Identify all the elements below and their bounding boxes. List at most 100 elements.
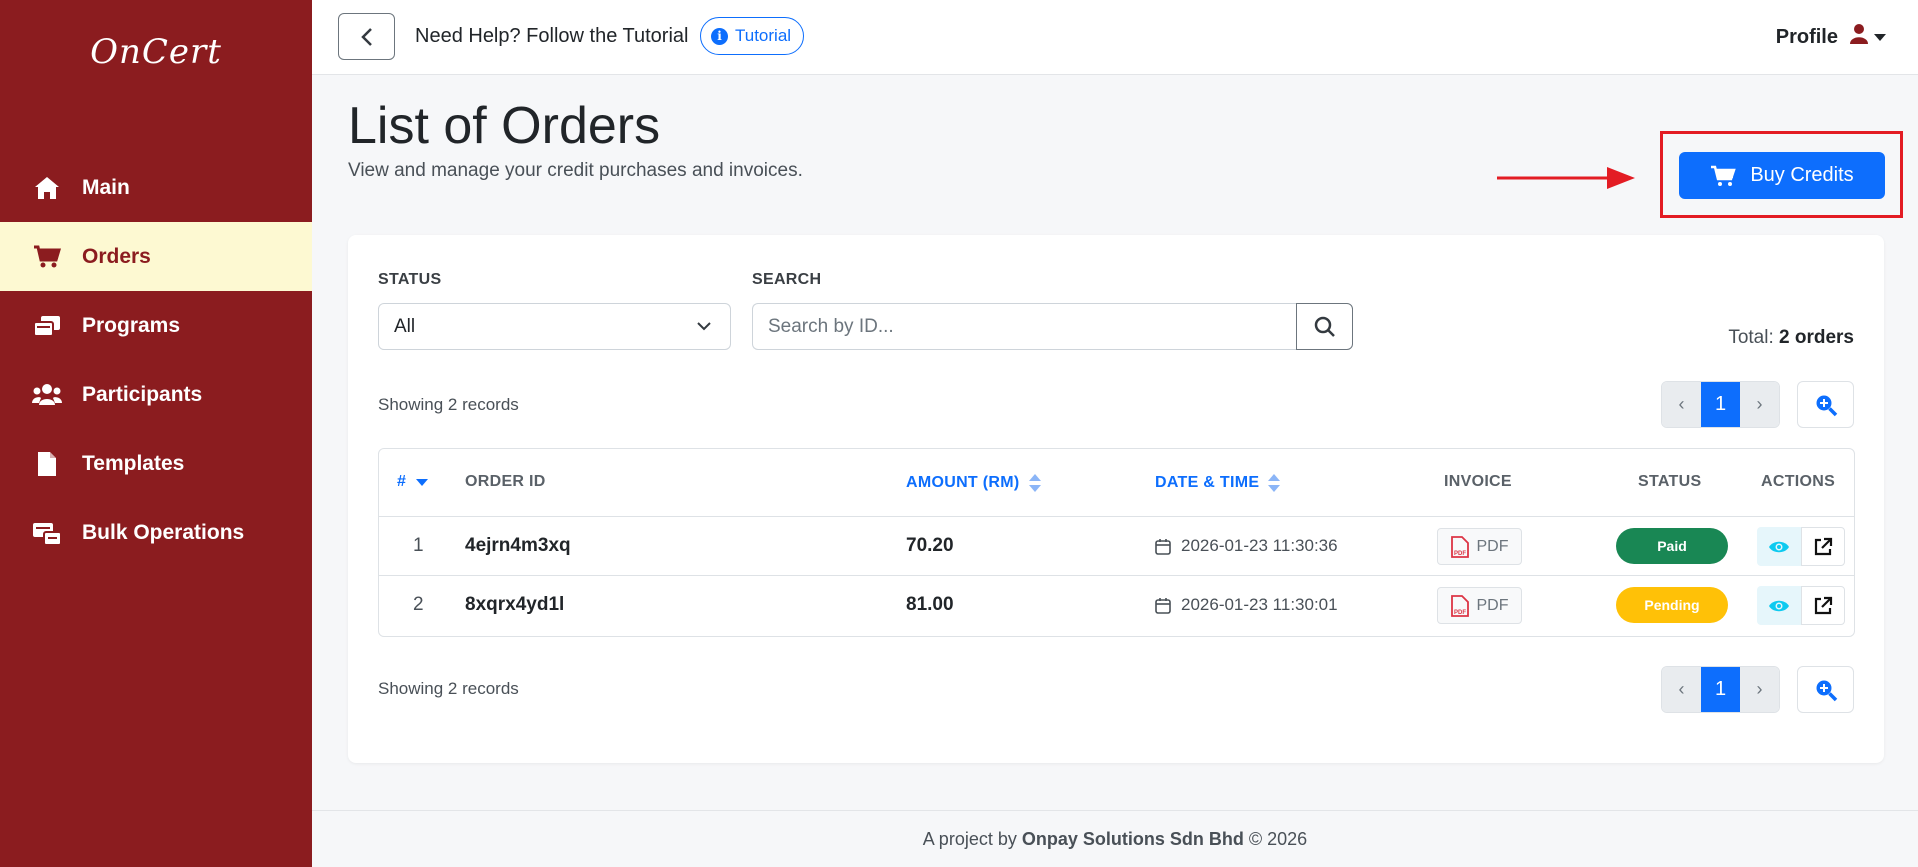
- open-order-button[interactable]: [1801, 586, 1845, 625]
- oncert-logo[interactable]: OnCert: [0, 28, 312, 72]
- sidebar-item-orders[interactable]: Orders: [0, 222, 312, 291]
- invoice-pdf-button[interactable]: PDF PDF: [1437, 587, 1522, 624]
- col-num-header[interactable]: #: [397, 473, 429, 491]
- invoice-pdf-label: PDF: [1476, 537, 1509, 555]
- sidebar-item-label: Programs: [82, 313, 181, 337]
- external-link-icon: [1814, 537, 1833, 555]
- col-amount-header[interactable]: AMOUNT (RM): [906, 473, 1042, 493]
- bulk-icon: [32, 518, 62, 548]
- next-page-button[interactable]: ›: [1740, 667, 1779, 712]
- pdf-icon: PDF: [1450, 594, 1469, 617]
- info-icon: i: [711, 27, 728, 45]
- calendar-icon: [1155, 538, 1171, 555]
- orders-table: # ORDER ID AMOUNT (RM) DATE & TIME INVOI…: [378, 448, 1855, 637]
- search-label: SEARCH: [752, 271, 822, 288]
- col-actions-header: ACTIONS: [1761, 473, 1836, 490]
- sidebar-item-label: Orders: [82, 244, 151, 268]
- showing-records-top: Showing 2 records: [378, 395, 519, 414]
- status-select[interactable]: All: [378, 303, 731, 350]
- annotation-arrow: [1497, 167, 1635, 189]
- sidebar-item-label: Main: [82, 175, 130, 199]
- sidebar-item-programs[interactable]: Programs: [0, 291, 312, 360]
- chevron-left-icon: [360, 27, 372, 46]
- invoice-pdf-button[interactable]: PDF PDF: [1437, 528, 1522, 565]
- order-datetime: 2026-01-23 11:30:01: [1155, 595, 1338, 615]
- prev-page-button[interactable]: ‹: [1662, 667, 1701, 712]
- sidebar-item-participants[interactable]: Participants: [0, 360, 312, 429]
- jump-to-page-button[interactable]: [1797, 666, 1854, 713]
- row-num: 2: [413, 594, 424, 615]
- jump-to-page-button[interactable]: [1797, 381, 1854, 428]
- eye-icon: [1769, 600, 1789, 611]
- cart-icon: [1710, 165, 1737, 187]
- invoice-pdf-label: PDF: [1476, 596, 1509, 614]
- col-num-label: #: [397, 473, 407, 490]
- sidebar-item-bulk-operations[interactable]: Bulk Operations: [0, 498, 312, 567]
- footer: A project by Onpay Solutions Sdn Bhd © 2…: [312, 810, 1918, 867]
- search-icon: [1314, 316, 1335, 337]
- svg-text:PDF: PDF: [1454, 610, 1466, 616]
- view-order-button[interactable]: [1757, 527, 1801, 566]
- order-id: 8xqrx4yd1l: [465, 594, 565, 615]
- order-datetime-text: 2026-01-23 11:30:01: [1181, 595, 1338, 614]
- order-amount: 70.20: [906, 535, 954, 556]
- buy-credits-label: Buy Credits: [1750, 164, 1854, 186]
- col-status-header: STATUS: [1638, 473, 1702, 490]
- top-bar: Need Help? Follow the Tutorial i Tutoria…: [312, 0, 1918, 75]
- caret-down-icon: [1874, 33, 1886, 41]
- pagination-bottom: ‹ 1 ›: [1661, 666, 1780, 713]
- user-icon: [1850, 24, 1868, 50]
- logo-text: OnCert: [90, 32, 222, 72]
- col-datetime-header[interactable]: DATE & TIME: [1155, 473, 1281, 493]
- footer-copyright: © 2026: [1248, 829, 1308, 849]
- search-plus-icon: [1816, 395, 1837, 416]
- col-invoice-header: INVOICE: [1444, 473, 1512, 490]
- status-badge: Paid: [1616, 528, 1728, 564]
- orders-card: STATUS All SEARCH Total: 2 orders Showin…: [348, 235, 1884, 763]
- external-link-icon: [1814, 596, 1833, 614]
- buy-credits-button[interactable]: Buy Credits: [1679, 152, 1885, 199]
- pdf-icon: PDF: [1450, 535, 1469, 558]
- order-datetime-text: 2026-01-23 11:30:36: [1181, 536, 1338, 555]
- pagination-top: ‹ 1 ›: [1661, 381, 1780, 428]
- col-amount-label: AMOUNT (RM): [906, 474, 1020, 491]
- sidebar-item-main[interactable]: Main: [0, 153, 312, 222]
- footer-prefix: A project by: [922, 829, 1017, 849]
- open-order-button[interactable]: [1801, 527, 1845, 566]
- next-page-button[interactable]: ›: [1740, 382, 1779, 427]
- sidebar-item-label: Bulk Operations: [82, 520, 245, 544]
- sidebar-nav: Main Orders Programs Participants Templa…: [0, 153, 312, 567]
- showing-records-bottom: Showing 2 records: [378, 679, 519, 698]
- search-button[interactable]: [1296, 303, 1353, 350]
- page-title: List of Orders: [348, 97, 661, 155]
- status-select-value: All: [394, 315, 416, 337]
- view-order-button[interactable]: [1757, 586, 1801, 625]
- tutorial-button[interactable]: i Tutorial: [700, 17, 805, 55]
- profile-menu[interactable]: Profile: [1776, 24, 1886, 50]
- back-button[interactable]: [338, 13, 395, 60]
- page-1-button[interactable]: 1: [1701, 382, 1740, 427]
- page-subtitle: View and manage your credit purchases an…: [348, 160, 803, 181]
- tutorial-label: Tutorial: [735, 26, 792, 45]
- search-plus-icon: [1816, 680, 1837, 701]
- profile-label: Profile: [1775, 25, 1838, 48]
- sidebar: OnCert Main Orders Programs Participants: [0, 0, 312, 867]
- users-icon: [32, 380, 62, 410]
- footer-company-link[interactable]: Onpay Solutions Sdn Bhd: [1022, 829, 1244, 849]
- total-prefix: Total:: [1728, 327, 1774, 348]
- programs-icon: [32, 311, 62, 341]
- sidebar-item-templates[interactable]: Templates: [0, 429, 312, 498]
- sidebar-item-label: Templates: [82, 451, 185, 475]
- order-id: 4ejrn4m3xq: [465, 535, 571, 556]
- search-input[interactable]: [752, 303, 1297, 350]
- page-1-button[interactable]: 1: [1701, 667, 1740, 712]
- prev-page-button[interactable]: ‹: [1662, 382, 1701, 427]
- file-icon: [32, 449, 62, 479]
- help-text: Need Help? Follow the Tutorial: [415, 25, 689, 47]
- table-row: 2 8xqrx4yd1l 81.00 2026-01-23 11:30:01 P…: [379, 576, 1854, 635]
- sort-desc-icon: [416, 479, 429, 486]
- col-order-id-header: ORDER ID: [465, 473, 546, 490]
- total-value: 2 orders: [1779, 327, 1854, 348]
- row-num: 1: [413, 535, 424, 556]
- status-badge: Pending: [1616, 587, 1728, 623]
